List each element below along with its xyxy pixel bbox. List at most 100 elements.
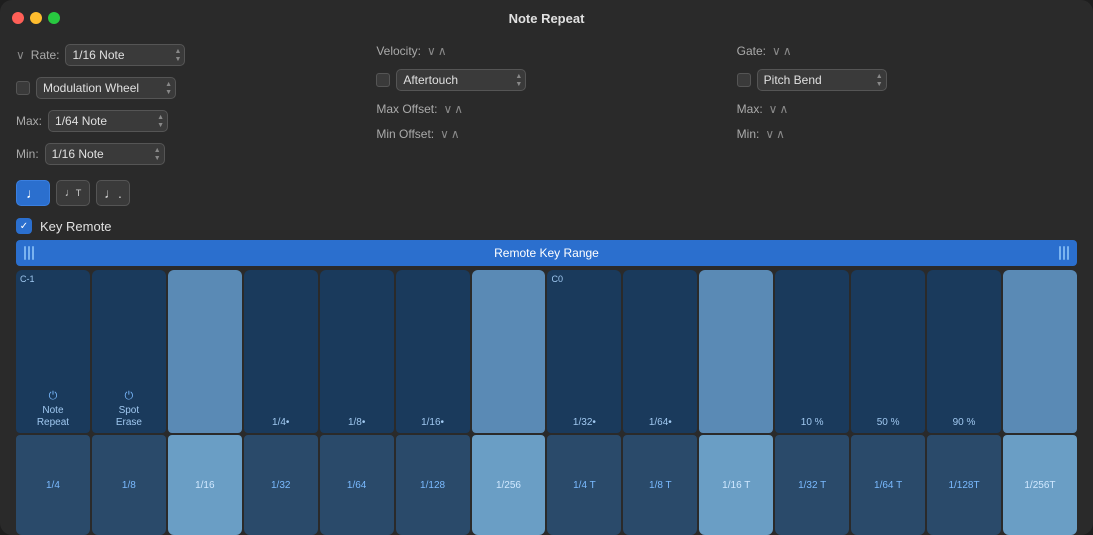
mod-wheel-dropdown[interactable]: Modulation Wheel ▲ ▼ [36,77,176,99]
key-top-4[interactable]: 1/8• [320,270,394,433]
key-group-3[interactable]: 1/4•1/32 [244,270,318,535]
key-bottom-5[interactable]: 1/128 [396,435,470,535]
max-up[interactable]: ▲ [157,114,164,121]
key-top-3[interactable]: 1/4• [244,270,318,433]
bottom-label-11: 1/64 T [874,480,902,491]
max-down[interactable]: ▼ [157,122,164,129]
gate-chevrons[interactable]: ∨ ∧ [772,44,792,58]
key-remote-checkbox[interactable]: ✓ [16,218,32,234]
key-top-10[interactable]: 10 % [775,270,849,433]
key-group-6[interactable]: 1/256 [472,270,546,535]
aftertouch-up[interactable]: ▲ [515,73,522,80]
key-top-9[interactable] [699,270,773,433]
aftertouch-checkbox[interactable] [376,73,390,87]
rate-up[interactable]: ▲ [175,48,182,55]
key-bottom-11[interactable]: 1/64 T [851,435,925,535]
min-stepper[interactable]: ▲ ▼ [151,147,164,162]
key-top-7[interactable]: C01/32• [547,270,621,433]
key-top-6[interactable] [472,270,546,433]
rate-down[interactable]: ▼ [175,56,182,63]
key-top-13[interactable] [1003,270,1077,433]
pitch-bend-checkbox[interactable] [737,73,751,87]
key-bottom-1[interactable]: 1/8 [92,435,166,535]
minimize-button[interactable] [30,12,42,24]
rate-stepper[interactable]: ▲ ▼ [172,48,185,63]
key-bottom-10[interactable]: 1/32 T [775,435,849,535]
max-offset-chevrons[interactable]: ∨ ∧ [443,102,463,116]
velocity-chevrons[interactable]: ∨ ∧ [427,44,447,58]
gate-max-up[interactable]: ∧ [779,102,788,116]
aftertouch-dropdown[interactable]: Aftertouch ▲ ▼ [396,69,526,91]
min-offset-up[interactable]: ∧ [451,127,460,141]
key-bottom-9[interactable]: 1/16 T [699,435,773,535]
key-bottom-13[interactable]: 1/256T [1003,435,1077,535]
key-bottom-0[interactable]: 1/4 [16,435,90,535]
note-btn-quarter[interactable]: ♩ [16,180,50,206]
key-bottom-4[interactable]: 1/64 [320,435,394,535]
key-top-12[interactable]: 90 % [927,270,1001,433]
key-bottom-6[interactable]: 1/256 [472,435,546,535]
pitch-bend-stepper[interactable]: ▲ ▼ [873,73,886,88]
key-group-4[interactable]: 1/8•1/64 [320,270,394,535]
pitch-bend-down[interactable]: ▼ [876,81,883,88]
mod-wheel-checkbox[interactable] [16,81,30,95]
key-bottom-2[interactable]: 1/16 [168,435,242,535]
min-up[interactable]: ▲ [154,147,161,154]
key-group-10[interactable]: 10 %1/32 T [775,270,849,535]
aftertouch-stepper[interactable]: ▲ ▼ [512,73,525,88]
velocity-down[interactable]: ∨ [427,44,436,58]
key-top-1[interactable]: ⏻SpotErase [92,270,166,433]
key-top-2[interactable] [168,270,242,433]
key-top-5[interactable]: 1/16• [396,270,470,433]
key-group-0[interactable]: C-1⏻NoteRepeat1/4 [16,270,90,535]
key-bottom-8[interactable]: 1/8 T [623,435,697,535]
key-top-8[interactable]: 1/64• [623,270,697,433]
key-group-1[interactable]: ⏻SpotErase1/8 [92,270,166,535]
pitch-bend-up[interactable]: ▲ [876,73,883,80]
min-offset-down[interactable]: ∨ [440,127,449,141]
rate-dropdown[interactable]: 1/16 Note ▲ ▼ [65,44,185,66]
key-group-9[interactable]: 1/16 T [699,270,773,535]
gate-down[interactable]: ∨ [772,44,781,58]
key-bottom-12[interactable]: 1/128T [927,435,1001,535]
max-stepper[interactable]: ▲ ▼ [154,114,167,129]
max-offset-up[interactable]: ∧ [454,102,463,116]
note-btn-dotted[interactable]: ♩. [96,180,130,206]
min-offset-chevrons[interactable]: ∨ ∧ [440,127,460,141]
gate-min-chevrons[interactable]: ∨ ∧ [765,127,785,141]
max-dropdown[interactable]: 1/64 Note ▲ ▼ [48,110,168,132]
key-group-7[interactable]: C01/32•1/4 T [547,270,621,535]
key-group-13[interactable]: 1/256T [1003,270,1077,535]
mod-wheel-stepper[interactable]: ▲ ▼ [162,81,175,96]
aftertouch-down[interactable]: ▼ [515,81,522,88]
range-handle-left[interactable] [24,246,34,260]
maximize-button[interactable] [48,12,60,24]
gate-min-up[interactable]: ∧ [776,127,785,141]
max-offset-down[interactable]: ∨ [443,102,452,116]
range-bar[interactable]: Remote Key Range [16,240,1077,266]
key-top-11[interactable]: 50 % [851,270,925,433]
gate-max-chevrons[interactable]: ∨ ∧ [769,102,789,116]
close-button[interactable] [12,12,24,24]
velocity-up[interactable]: ∧ [438,44,447,58]
min-dropdown[interactable]: 1/16 Note ▲ ▼ [45,143,165,165]
key-group-8[interactable]: 1/64•1/8 T [623,270,697,535]
rate-chevron[interactable]: ∨ [16,48,25,62]
range-handle-right[interactable] [1059,246,1069,260]
pitch-bend-dropdown[interactable]: Pitch Bend ▲ ▼ [757,69,887,91]
min-down[interactable]: ▼ [154,155,161,162]
key-bottom-3[interactable]: 1/32 [244,435,318,535]
key-group-2[interactable]: 1/16 [168,270,242,535]
gate-max-down[interactable]: ∨ [769,102,778,116]
gate-min-down[interactable]: ∨ [765,127,774,141]
mod-wheel-down[interactable]: ▼ [165,89,172,96]
key-top-0[interactable]: C-1⏻NoteRepeat [16,270,90,433]
key-bottom-7[interactable]: 1/4 T [547,435,621,535]
gate-up[interactable]: ∧ [783,44,792,58]
key-group-12[interactable]: 90 %1/128T [927,270,1001,535]
key-group-5[interactable]: 1/16•1/128 [396,270,470,535]
note-btn-triplet[interactable]: ♩T [56,180,90,206]
key-group-11[interactable]: 50 % 1/64 T [851,270,925,535]
mod-wheel-up[interactable]: ▲ [165,81,172,88]
mod-wheel-value: Modulation Wheel [37,81,162,95]
